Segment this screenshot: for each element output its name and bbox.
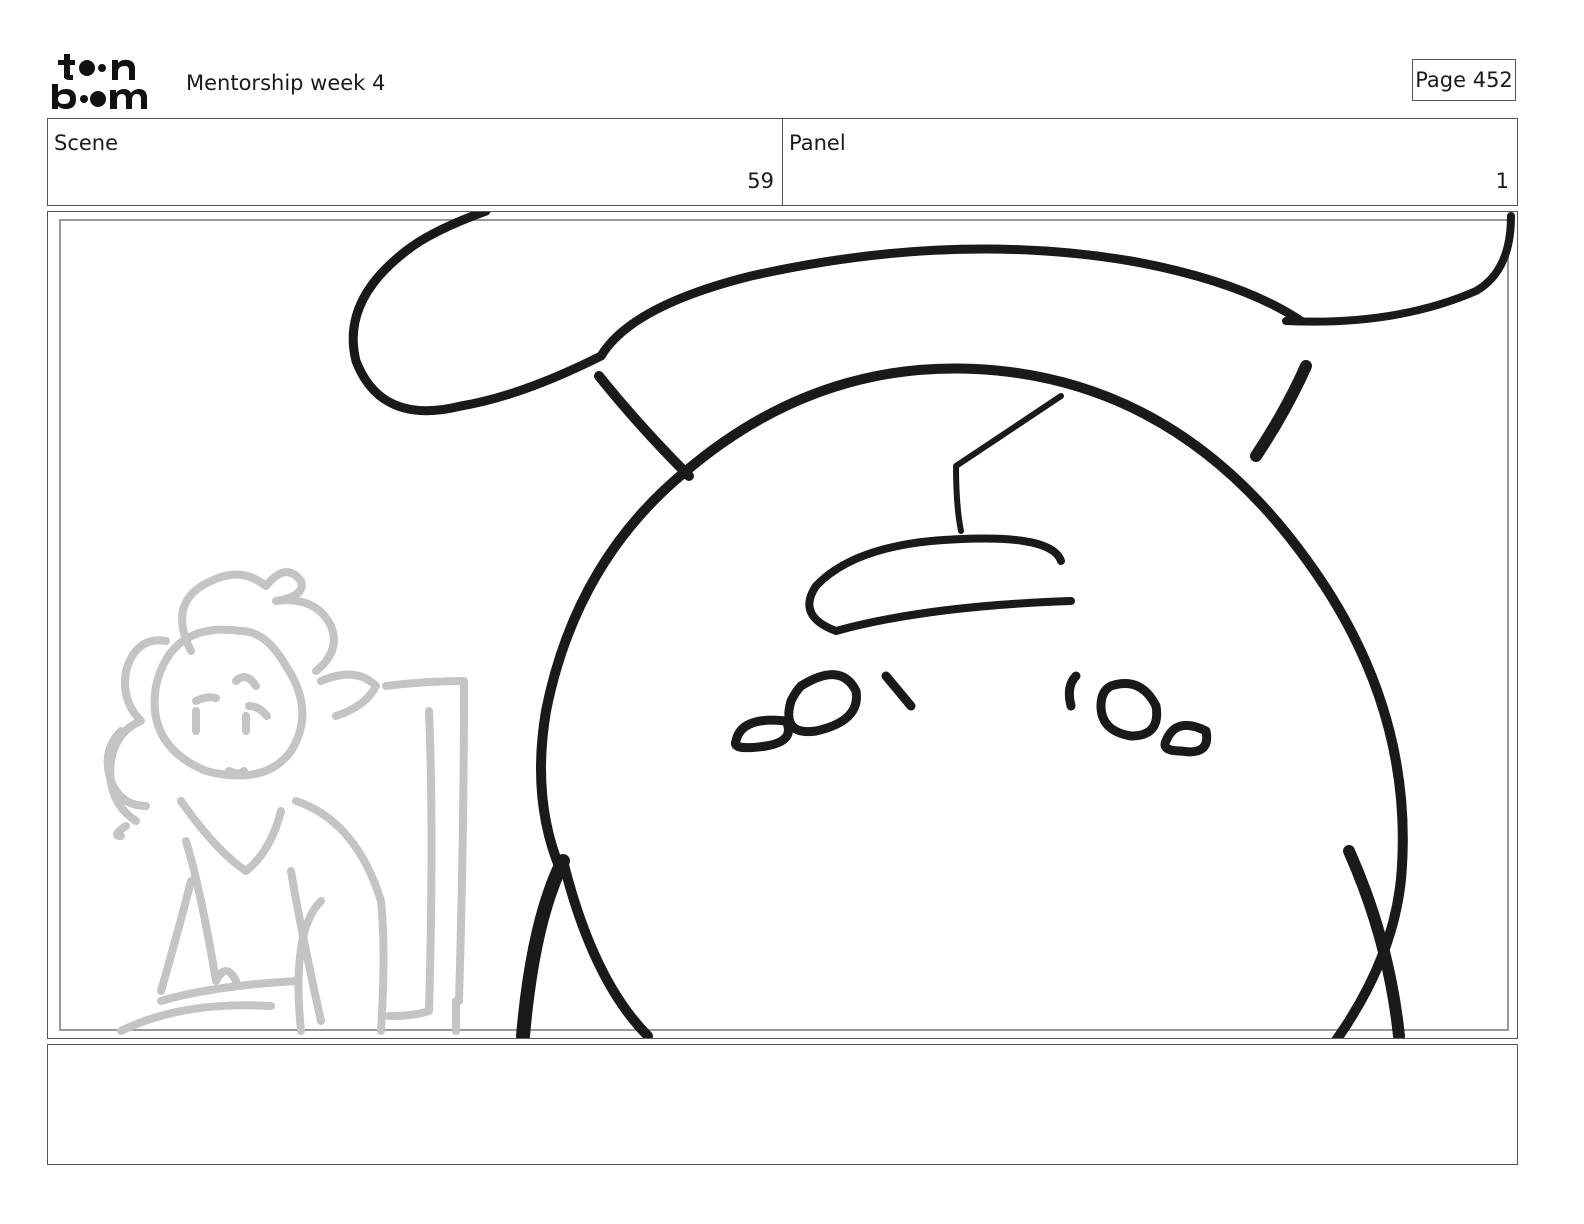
- page-number: Page 452: [1412, 59, 1516, 101]
- panel-label: Panel: [789, 131, 846, 155]
- toon-boom-logo: [52, 54, 147, 109]
- scene-label: Scene: [54, 131, 119, 155]
- notes-box: [47, 1044, 1518, 1165]
- storyboard-frame: [47, 211, 1518, 1039]
- scene-cell: Scene 59: [48, 119, 783, 205]
- panel-number: 1: [1495, 169, 1509, 193]
- document-title: Mentorship week 4: [186, 71, 386, 95]
- panel-cell: Panel 1: [783, 119, 1517, 205]
- scene-number: 59: [747, 169, 774, 193]
- main-character-sketch: [348, 212, 1515, 1038]
- background-character-sketch: [103, 568, 468, 1035]
- safe-area-border: [59, 219, 1509, 1031]
- scene-panel-info: Scene 59 Panel 1: [47, 118, 1518, 206]
- storyboard-sketch: [59, 212, 1515, 1038]
